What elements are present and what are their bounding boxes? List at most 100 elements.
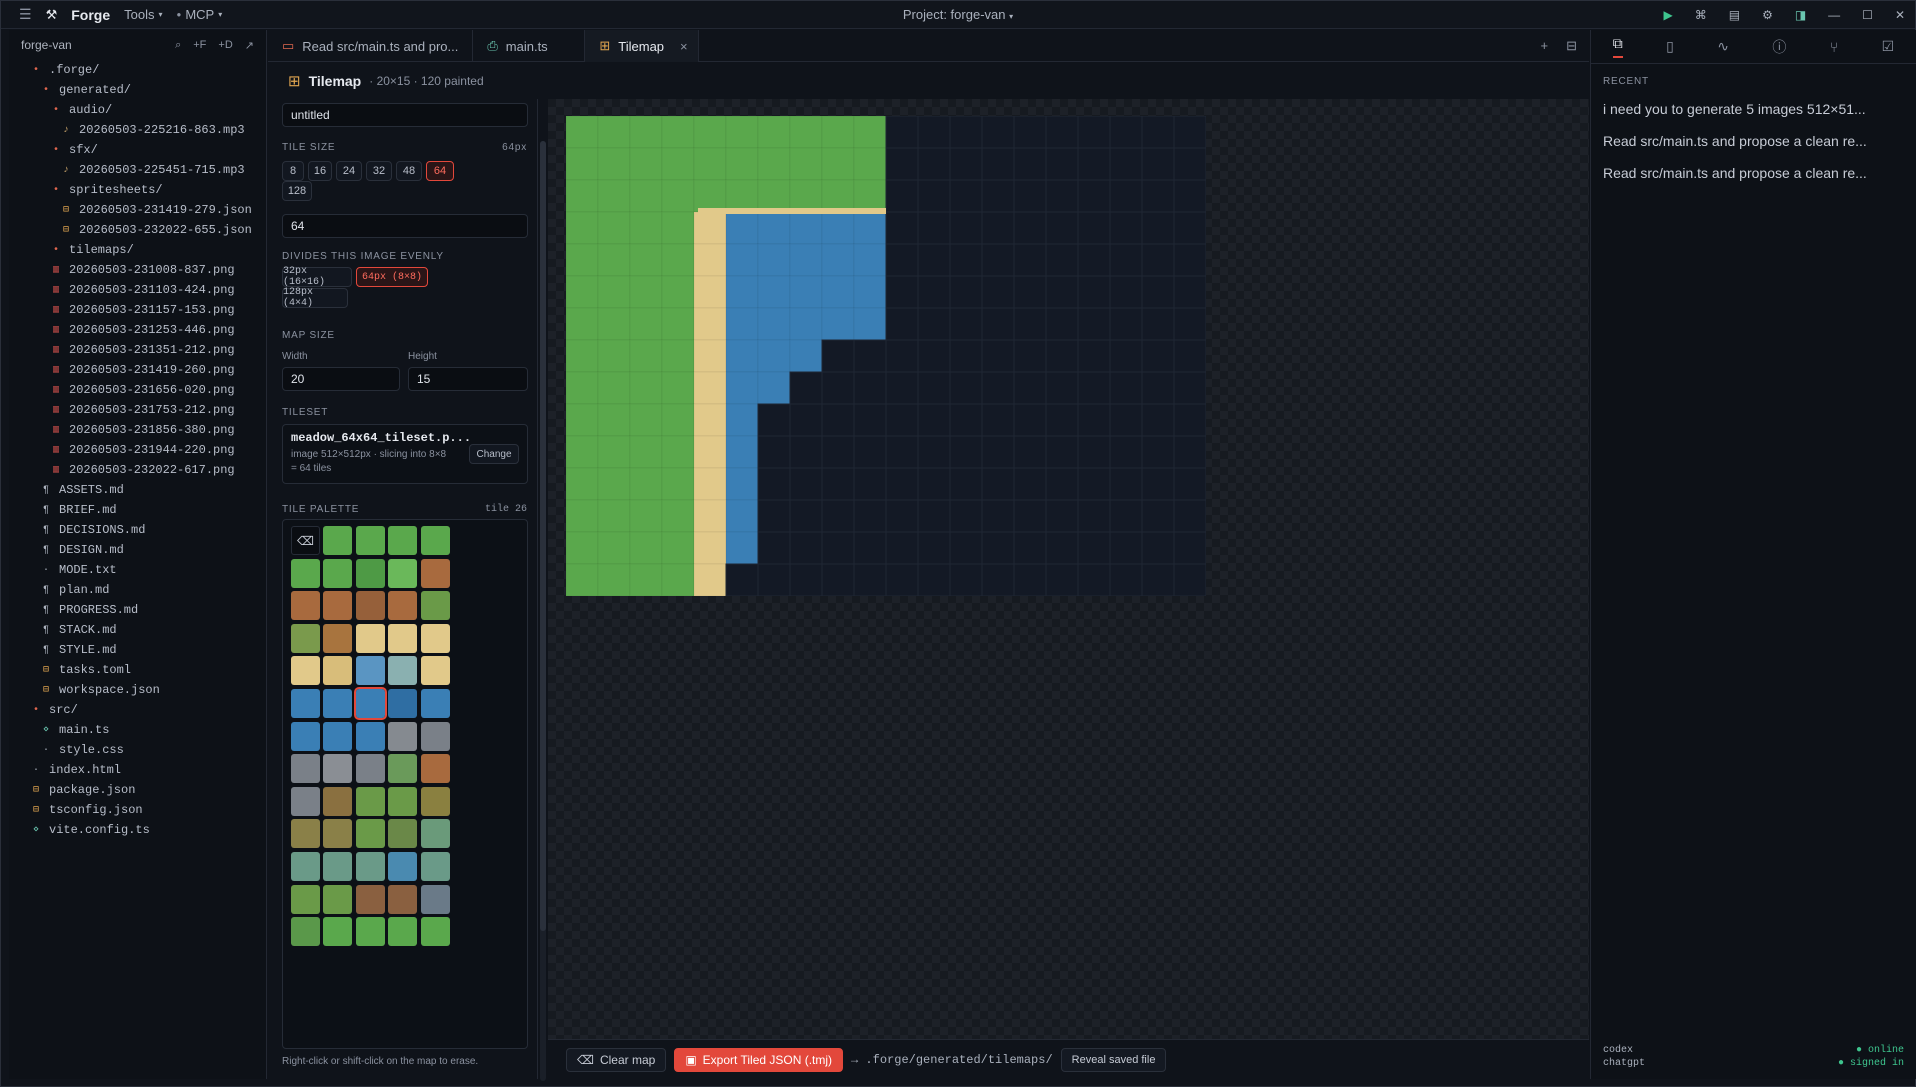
empty-cell[interactable] — [981, 339, 1015, 373]
empty-cell[interactable] — [853, 339, 887, 373]
palette-tile[interactable] — [323, 656, 353, 686]
tree-file[interactable]: ▥ 20260503-231351-212.png — [9, 340, 266, 360]
empty-cell[interactable] — [917, 499, 951, 533]
map-tile[interactable] — [597, 531, 631, 565]
empty-cell[interactable] — [981, 179, 1015, 213]
palette-tile[interactable] — [388, 689, 418, 718]
search-icon[interactable]: ⌕ — [175, 39, 181, 52]
tab-chat[interactable]: ▭ Read src/main.ts and pro... — [268, 30, 474, 62]
tree-file[interactable]: · MODE.txt — [9, 560, 266, 580]
map-tile[interactable] — [661, 531, 695, 565]
empty-cell[interactable] — [917, 275, 951, 309]
empty-cell[interactable] — [1013, 307, 1047, 341]
empty-cell[interactable] — [917, 243, 951, 277]
palette-tile[interactable] — [353, 687, 387, 720]
map-tile[interactable] — [661, 116, 695, 149]
empty-cell[interactable] — [949, 275, 983, 309]
map-tile[interactable] — [693, 275, 727, 309]
palette-tile[interactable] — [355, 884, 385, 914]
tree-folder[interactable]: • .forge/ — [9, 60, 266, 80]
map-tile[interactable] — [693, 435, 727, 469]
empty-cell[interactable] — [1045, 371, 1079, 405]
recent-item[interactable]: Read src/main.ts and propose a clean re.… — [1591, 125, 1916, 157]
map-tile[interactable] — [629, 211, 663, 245]
map-tile[interactable] — [566, 339, 599, 373]
empty-cell[interactable] — [821, 531, 855, 565]
empty-cell[interactable] — [1109, 179, 1143, 213]
palette-tile[interactable] — [355, 786, 385, 816]
tile-size-chip[interactable]: 64 — [426, 161, 454, 181]
palette-tile[interactable] — [388, 852, 418, 881]
empty-cell[interactable] — [917, 371, 951, 405]
empty-cell[interactable] — [917, 339, 951, 373]
map-tile[interactable] — [566, 147, 599, 181]
empty-cell[interactable] — [1045, 435, 1079, 469]
tree-file[interactable]: ¶ STYLE.md — [9, 640, 266, 660]
empty-cell[interactable] — [885, 499, 919, 533]
map-tile[interactable] — [661, 339, 695, 373]
map-tile[interactable] — [693, 179, 727, 213]
empty-cell[interactable] — [1045, 467, 1079, 501]
tree-file[interactable]: ▥ 20260503-231856-380.png — [9, 420, 266, 440]
tab-main-ts[interactable]: ⎙ main.ts — [473, 30, 586, 62]
empty-cell[interactable] — [1141, 243, 1175, 277]
map-tile[interactable] — [661, 563, 695, 596]
map-tile[interactable] — [597, 211, 631, 245]
tree-file[interactable]: ¶ BRIEF.md — [9, 500, 266, 520]
divides-chip[interactable]: 32px (16×16) — [282, 266, 352, 288]
empty-cell[interactable] — [981, 499, 1015, 533]
eraser-tile-icon[interactable]: ⌫ — [291, 526, 320, 555]
palette-tile[interactable] — [355, 656, 385, 686]
empty-cell[interactable] — [981, 531, 1015, 565]
empty-cell[interactable] — [885, 147, 919, 181]
info-icon[interactable]: ⓘ — [1772, 37, 1786, 57]
map-tile[interactable] — [629, 116, 663, 149]
map-tile[interactable] — [853, 116, 887, 149]
palette-tile[interactable] — [323, 558, 353, 588]
palette-tile[interactable] — [355, 591, 385, 621]
tree-file[interactable]: ▥ 20260503-231656-020.png — [9, 380, 266, 400]
map-tile[interactable] — [757, 211, 791, 245]
map-tile[interactable] — [853, 211, 887, 245]
map-tile[interactable] — [661, 275, 695, 309]
empty-cell[interactable] — [1077, 307, 1111, 341]
empty-cell[interactable] — [1077, 147, 1111, 181]
empty-cell[interactable] — [917, 531, 951, 565]
palette-tile[interactable] — [291, 591, 320, 621]
tile-size-input[interactable]: 64 — [282, 214, 528, 238]
palette-tile[interactable] — [323, 591, 353, 621]
palette-tile[interactable] — [420, 558, 450, 588]
empty-cell[interactable] — [1013, 211, 1047, 245]
empty-cell[interactable] — [1045, 116, 1079, 149]
empty-cell[interactable] — [1077, 531, 1111, 565]
height-input[interactable]: 15 — [408, 367, 528, 391]
palette-tile[interactable] — [388, 754, 418, 784]
empty-cell[interactable] — [949, 211, 983, 245]
empty-cell[interactable] — [1109, 275, 1143, 309]
empty-cell[interactable] — [1013, 531, 1047, 565]
map-tile[interactable] — [566, 211, 599, 245]
empty-cell[interactable] — [789, 435, 823, 469]
map-tile[interactable] — [789, 275, 823, 309]
map-tile[interactable] — [725, 403, 759, 437]
tree-folder[interactable]: • sfx/ — [9, 140, 266, 160]
empty-cell[interactable] — [1173, 467, 1206, 501]
palette-tile[interactable] — [388, 819, 418, 849]
map-tile[interactable] — [821, 211, 855, 245]
empty-cell[interactable] — [949, 339, 983, 373]
empty-cell[interactable] — [1013, 499, 1047, 533]
empty-cell[interactable] — [1173, 179, 1206, 213]
map-tile[interactable] — [597, 499, 631, 533]
recent-item[interactable]: Read src/main.ts and propose a clean re.… — [1591, 157, 1916, 189]
empty-cell[interactable] — [1141, 499, 1175, 533]
map-tile[interactable] — [629, 179, 663, 213]
empty-cell[interactable] — [821, 467, 855, 501]
map-tile[interactable] — [597, 467, 631, 501]
book-icon[interactable]: ▯ — [1666, 38, 1674, 55]
palette-tile[interactable] — [323, 917, 353, 947]
map-tile[interactable] — [757, 275, 791, 309]
map-tile[interactable] — [566, 531, 599, 565]
empty-cell[interactable] — [1109, 243, 1143, 277]
empty-cell[interactable] — [1109, 116, 1143, 149]
palette-tile[interactable] — [323, 526, 353, 555]
